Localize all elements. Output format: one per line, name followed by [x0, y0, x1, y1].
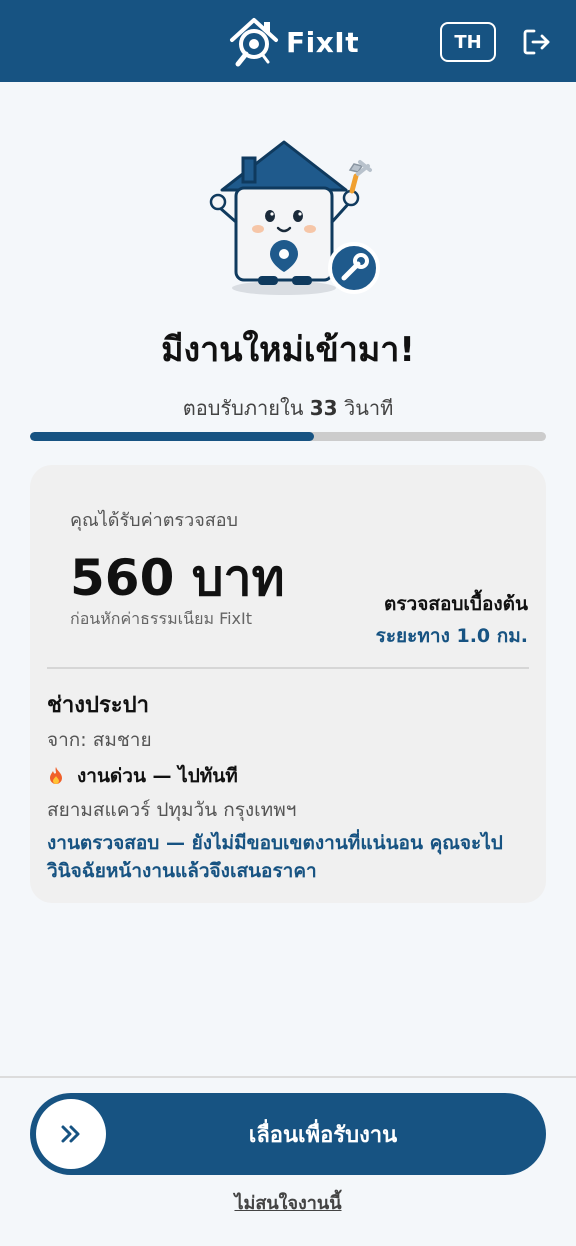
slide-label: เลื่อนเพื่อรับงาน	[248, 1122, 398, 1148]
countdown-seconds: 33	[309, 396, 338, 420]
brand: FixIt	[226, 14, 359, 70]
slider-knob[interactable]	[36, 1099, 106, 1169]
countdown-suffix: วินาที	[343, 396, 394, 420]
customer-name: สมชาย	[92, 729, 152, 751]
job-location: สยามสแควร์ ปทุมวัน กรุงเทพฯ	[47, 799, 297, 821]
countdown-text: ตอบรับภายใน 33 วินาที	[0, 392, 576, 424]
urgent-label: งานด่วน — ไปทันที	[77, 765, 238, 787]
double-chevron-right-icon	[61, 1125, 80, 1143]
earn-label: คุณได้รับค่าตรวจสอบ	[70, 510, 238, 531]
countdown-prefix: ตอบรับภายใน	[182, 396, 304, 420]
house-mascot-illustration	[209, 140, 380, 295]
urgent-tag: งานด่วน — ไปทันที	[47, 761, 238, 791]
top-bar: FixIt TH	[0, 0, 576, 82]
countdown-progress-bar	[30, 432, 546, 441]
new-job-headline: มีงานใหม่เข้ามา!	[161, 330, 415, 370]
earn-note: ก่อนหักค่าธรรมเนียม FixIt	[70, 609, 253, 628]
job-card: คุณได้รับค่าตรวจสอบ 560 บาท ก่อนหักค่าธร…	[30, 465, 546, 903]
decline-link[interactable]: ไม่สนใจงานนี้	[0, 1188, 576, 1217]
from-label: จาก:	[47, 729, 87, 751]
job-type: ตรวจสอบเบื้องต้น	[384, 593, 528, 615]
distance: ระยะทาง 1.0 กม.	[375, 625, 528, 647]
brand-name: FixIt	[286, 25, 360, 59]
fire-icon	[50, 767, 62, 784]
countdown-progress-fill	[30, 432, 314, 441]
inspection-note: งานตรวจสอบ — ยังไม่มีขอบเขตงานที่แน่นอน …	[47, 832, 503, 882]
fixit-logo-icon	[230, 18, 278, 67]
customer-from: จาก: สมชาย	[47, 725, 152, 755]
slide-to-accept[interactable]: เลื่อนเพื่อรับงาน	[30, 1093, 546, 1175]
job-category: ช่างประปา	[47, 693, 149, 718]
divider	[47, 667, 529, 669]
logout-icon[interactable]	[520, 26, 552, 58]
language-button[interactable]: TH	[440, 22, 496, 62]
footer-divider	[0, 1076, 576, 1078]
